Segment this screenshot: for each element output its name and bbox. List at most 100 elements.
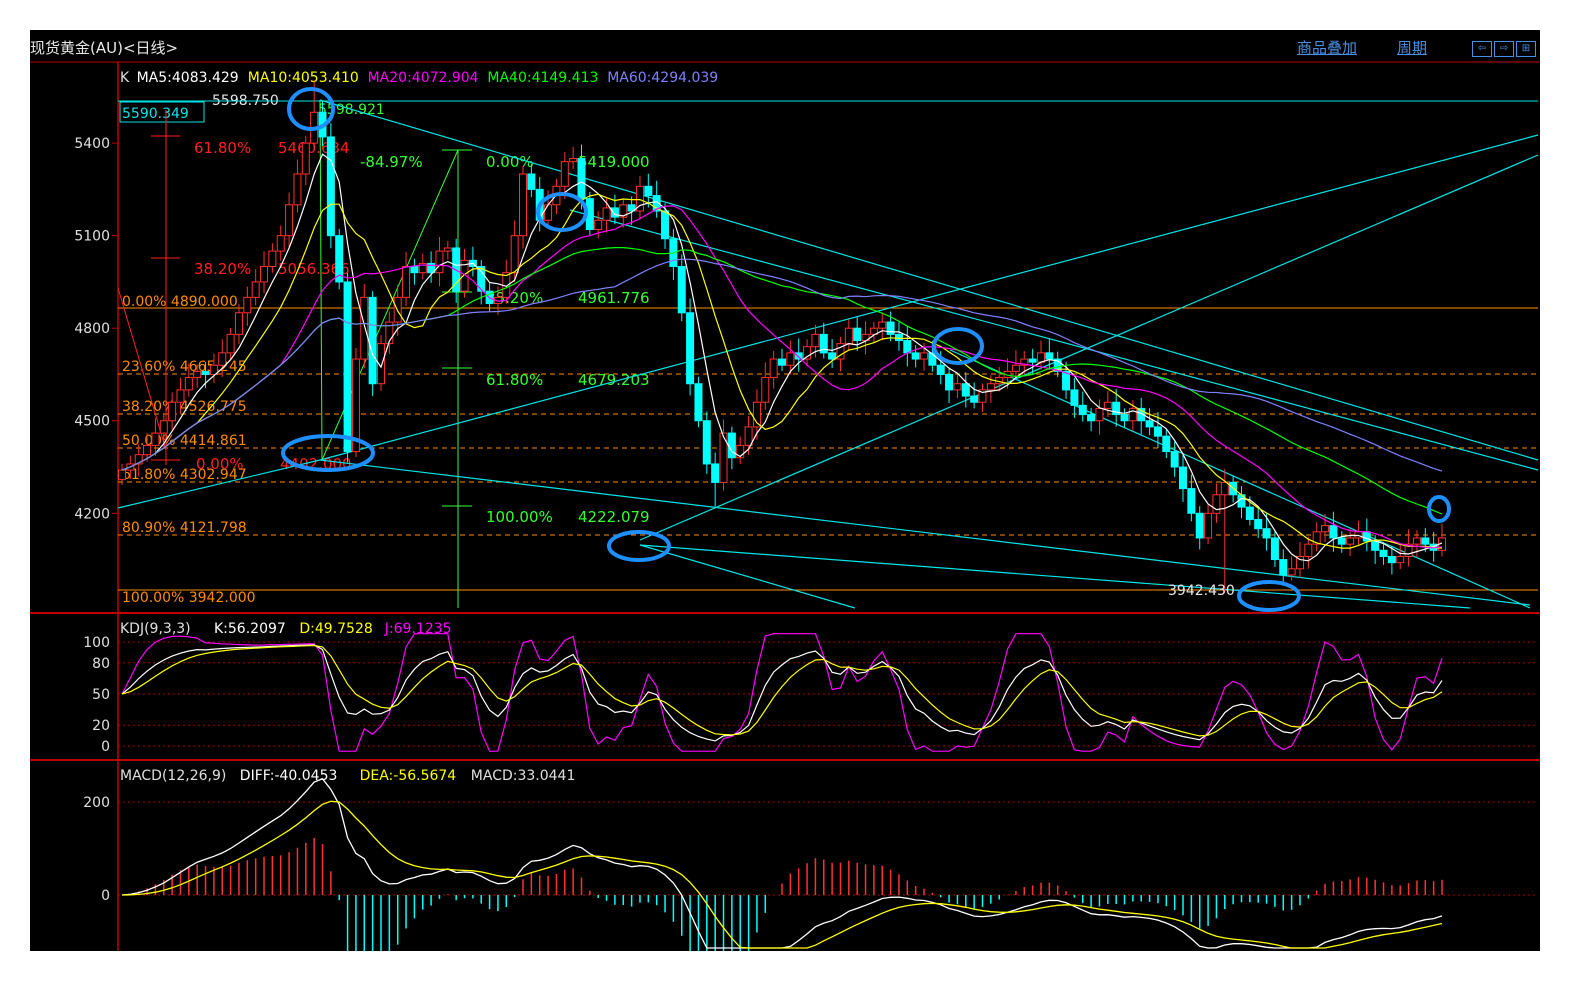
candle-body (953, 383, 962, 391)
candle-body (794, 352, 803, 360)
candle-body (744, 426, 753, 446)
candle-body (118, 469, 126, 480)
candle-body (226, 333, 235, 354)
candle-body (569, 158, 578, 163)
macd-legend-item: MACD(12,26,9) (120, 768, 226, 784)
candle-body (1204, 512, 1213, 539)
green-fib-value: 4679.203 (578, 371, 650, 389)
candle-body (184, 377, 193, 391)
candle-body (1220, 481, 1229, 496)
candle-body (243, 296, 252, 314)
candle-body (702, 420, 711, 465)
candle-body (1379, 549, 1388, 557)
candle-body (1412, 537, 1421, 545)
candle-body (577, 158, 586, 200)
candle-body (443, 247, 452, 252)
green-fib-pct: 61.80% (486, 371, 543, 389)
y-tick-label: 4800 (74, 321, 110, 337)
candle-body (1304, 543, 1313, 557)
candle-body (544, 204, 553, 221)
green-fib-value: 4222.079 (578, 508, 650, 526)
kdj-legend-item: K:56.2097 (214, 621, 286, 637)
candle-body (786, 352, 795, 366)
kdj-legend-item: KDJ(9,3,3) (120, 621, 191, 637)
candle-body (1346, 537, 1355, 545)
current-price-label: 5590.349 (122, 106, 189, 122)
candle-body (1195, 512, 1204, 539)
trend-line (639, 544, 856, 609)
candle-body (1128, 407, 1137, 422)
fib-level-label: 100.00% 3942.000 (122, 590, 256, 606)
candle-body (1187, 488, 1196, 514)
macd-diff-line (121, 778, 1443, 949)
candle-body (911, 352, 920, 360)
candle-body (811, 333, 820, 348)
macd-legend-item: DEA:-56.5674 (360, 768, 457, 784)
macd-y-tick: 200 (83, 795, 110, 811)
main-legend-item: K (120, 70, 130, 86)
y-tick-label: 4200 (74, 506, 110, 522)
macd-legend-item: DIFF:-40.0453 (240, 768, 338, 784)
kdj-legend-item: D:49.7528 (299, 621, 372, 637)
candle-body (1262, 528, 1271, 539)
candle-body (661, 210, 670, 240)
candle-body (1095, 407, 1104, 422)
candle-body (920, 352, 929, 360)
candle-body (1387, 555, 1396, 564)
candle-body (828, 352, 837, 360)
candle-body (343, 281, 352, 453)
candle-body (285, 204, 294, 237)
candle-body (903, 340, 912, 354)
macd-legend-item: MACD:33.0441 (471, 768, 576, 784)
candle-body (1036, 352, 1045, 363)
candle-body (510, 235, 519, 274)
main-legend-item: MA20:4072.904 (368, 70, 479, 86)
candle-body (326, 136, 335, 237)
main-legend-item: MA60:4294.039 (607, 70, 718, 86)
main-legend-item: MA40:4149.413 (487, 70, 598, 86)
fib-level-label: 23.60% 4665.245 (122, 359, 247, 375)
candle-body (1120, 414, 1129, 422)
candle-body (936, 364, 945, 375)
candle-body (878, 321, 887, 329)
kdj-d-line (121, 644, 1443, 737)
y-tick-label: 5400 (74, 136, 110, 152)
candle-body (176, 389, 185, 403)
red-fib-pct: 0.00% (196, 455, 244, 473)
candle-body (435, 250, 444, 274)
green-fib-value: 5419.000 (578, 153, 650, 171)
trend-line (639, 154, 1539, 541)
fib-level-label: 80.90% 4121.798 (122, 520, 247, 536)
candle-body (844, 327, 853, 345)
candle-body (1254, 518, 1263, 530)
candle-body (260, 266, 269, 283)
candle-body (778, 358, 786, 366)
candle-body (610, 207, 619, 218)
candle-body (1279, 559, 1288, 576)
candle-body (1011, 364, 1020, 372)
kdj-y-tick: 20 (92, 718, 110, 734)
candle-body (1421, 537, 1430, 545)
candle-body (986, 383, 995, 391)
candle-body (301, 142, 310, 175)
candle-body (1145, 420, 1154, 428)
candle-body (560, 161, 569, 187)
candle-body (276, 235, 285, 252)
kdj-j-line (121, 633, 1443, 752)
kdj-legend-item: J:69.1235 (384, 621, 452, 637)
red-fib-pct: 38.20% (194, 260, 251, 278)
trend-line (639, 544, 1471, 609)
annotation-circle (1427, 495, 1451, 523)
candle-body (193, 370, 202, 379)
stock-chart[interactable]: 5400 5100 4800 4500 4200 K MA5:4083.429 MA10:40… (30, 30, 1540, 951)
candle-body (168, 401, 177, 422)
candle-body (1270, 537, 1279, 561)
candle-body (1162, 435, 1171, 453)
trend-line (949, 349, 1531, 609)
main-legend-item: MA5:4083.429 (137, 70, 239, 86)
ma40-line (121, 247, 1443, 515)
candle-body (519, 173, 528, 237)
kdj-y-tick: 80 (92, 656, 110, 672)
fib-level-label: 50.00% 4414.861 (122, 433, 247, 449)
candle-body (143, 444, 152, 456)
